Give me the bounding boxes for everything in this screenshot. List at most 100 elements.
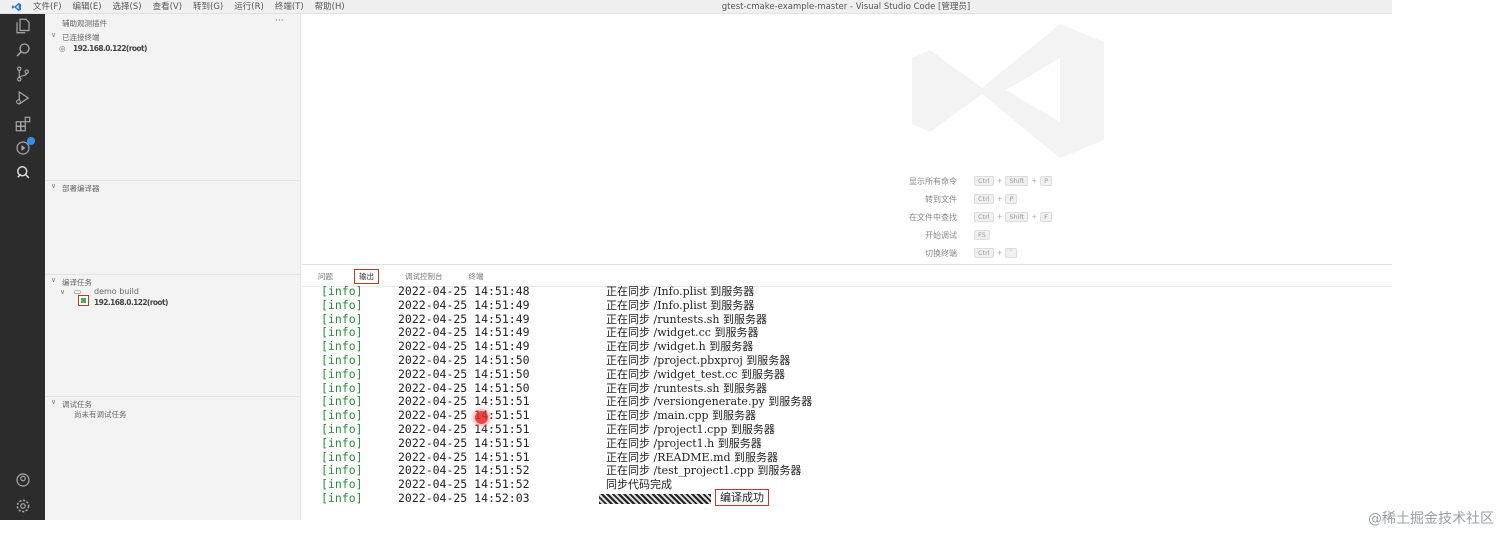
log-timestamp: 2022-04-25 14:52:03 — [398, 490, 530, 505]
log-message: 正在同步 /README.md 到服务器 — [606, 450, 779, 464]
click-indicator — [475, 411, 488, 424]
key-cap: P — [1040, 176, 1053, 186]
log-message: 正在同步 /project.pbxproj 到服务器 — [606, 353, 791, 367]
chevron-down-icon[interactable]: ∨ — [60, 288, 65, 296]
section-deploy-compiler[interactable]: 部署编译器 — [62, 183, 100, 194]
editor-welcome-area: 显示所有命令 Ctrl + Shift + P 转到文件 Ctrl + P 在文件中查… — [302, 14, 1392, 264]
log-level: [info] — [321, 408, 363, 423]
log-level: [info] — [321, 366, 363, 381]
timeline-icon[interactable] — [13, 138, 33, 158]
log-message: 正在同步 /Info.plist 到服务器 — [606, 298, 755, 312]
shortcut-label: 开始调试 — [925, 230, 957, 240]
shortcut-label: 在文件中查找 — [909, 212, 957, 222]
no-debug-task-text: 尚未有调试任务 — [74, 410, 127, 419]
log-timestamp: 2022-04-25 14:51:51 — [398, 435, 530, 450]
chevron-down-icon[interactable]: ∨ — [51, 182, 56, 190]
remote-plugin-icon[interactable] — [13, 162, 33, 182]
shortcut-label: 转到文件 — [925, 194, 957, 204]
log-timestamp: 2022-04-25 14:51:51 — [398, 449, 530, 464]
log-message: 正在同步 /test_project1.cpp 到服务器 — [606, 464, 802, 478]
log-level: [info] — [321, 435, 363, 450]
log-timestamp: 2022-04-25 14:51:51 — [398, 421, 530, 436]
tab-problems[interactable]: 问题 — [318, 271, 333, 282]
log-message: 正在同步 /runtests.sh 到服务器 — [606, 312, 767, 326]
log-timestamp: 2022-04-25 14:51:50 — [398, 366, 530, 381]
chevron-down-icon[interactable]: ∨ — [51, 398, 56, 406]
key-cap: P — [1005, 194, 1018, 204]
shortcut-start-debugging: 开始调试 F5 — [857, 229, 992, 241]
shortcut-show-all-commands: 显示所有命令 Ctrl + Shift + P — [857, 175, 1054, 187]
log-timestamp: 2022-04-25 14:51:50 — [398, 352, 530, 367]
log-timestamp: 2022-04-25 14:51:51 — [398, 394, 530, 409]
tab-output[interactable]: 输出 — [354, 268, 379, 284]
section-connected-terminals[interactable]: 已连接终端 — [62, 32, 100, 43]
panel-tabs: 问题 输出 调试控制台 终端 — [318, 268, 510, 284]
log-level: [info] — [321, 449, 363, 464]
key-cap: F5 — [974, 230, 990, 240]
log-timestamp: 2022-04-25 14:51:50 — [398, 380, 530, 395]
task-demo-build[interactable]: demo build — [94, 287, 139, 296]
tab-debug-console[interactable]: 调试控制台 — [405, 271, 443, 282]
key-cap: Ctrl — [974, 248, 994, 258]
redacted-text — [599, 493, 711, 504]
log-message: 正在同步 /project1.h 到服务器 — [606, 436, 762, 450]
shortcut-label: 显示所有命令 — [909, 176, 957, 186]
shortcut-label: 切换终端 — [925, 248, 957, 258]
log-message: 正在同步 /widget_test.cc 到服务器 — [606, 367, 785, 381]
log-timestamp: 2022-04-25 14:51:52 — [398, 477, 530, 492]
log-level: [info] — [321, 490, 363, 505]
sidebar-divider — [45, 180, 301, 181]
log-message: 正在同步 /widget.h 到服务器 — [606, 340, 754, 354]
activity-bar — [0, 14, 45, 520]
sidebar-divider — [45, 274, 301, 275]
log-level: [info] — [321, 394, 363, 409]
key-cap: Shift — [1005, 212, 1029, 222]
shortcut-go-to-file: 转到文件 Ctrl + P — [857, 193, 1019, 205]
connected-terminal-item[interactable]: 192.168.0.122(root) — [73, 44, 147, 53]
site-watermark: @稀土掘金技术社区 — [1368, 511, 1494, 527]
log-message: 正在同步 /versiongenerate.py 到服务器 — [606, 395, 813, 409]
log-message: 正在同步 /runtests.sh 到服务器 — [606, 381, 767, 395]
run-debug-icon[interactable] — [13, 88, 33, 108]
shortcut-toggle-terminal: 切换终端 Ctrl + ` — [857, 247, 1019, 259]
compile-success-highlight: 编译成功 — [715, 488, 769, 506]
key-cap: Ctrl — [974, 176, 994, 186]
terminal-icon: ◎ — [59, 44, 66, 53]
key-cap: F — [1040, 212, 1052, 222]
title-bar: 文件(F) 编辑(E) 选择(S) 查看(V) 转到(G) 运行(R) 终端(T… — [0, 0, 1392, 14]
search-icon[interactable] — [13, 40, 33, 60]
explorer-icon[interactable] — [13, 16, 33, 36]
task-terminal-item[interactable]: 192.168.0.122(root) — [94, 298, 168, 307]
window-title: gtest-cmake-example-master - Visual Stud… — [721, 2, 971, 12]
log-level: [info] — [321, 477, 363, 492]
more-actions-button[interactable]: ··· — [275, 16, 284, 26]
log-timestamp: 2022-04-25 14:51:49 — [398, 339, 530, 354]
accounts-icon[interactable] — [13, 470, 33, 490]
log-level: [info] — [321, 284, 363, 298]
log-level: [info] — [321, 311, 363, 326]
tab-terminal[interactable]: 终端 — [469, 271, 484, 282]
log-level: [info] — [321, 325, 363, 340]
settings-gear-icon[interactable] — [13, 496, 33, 516]
output-panel: 问题 输出 调试控制台 终端 [info] 2022-04-25 14:51:48… — [302, 264, 1392, 520]
sidebar-divider — [45, 396, 301, 397]
source-control-icon[interactable] — [13, 64, 33, 84]
log-level: [info] — [321, 463, 363, 478]
log-timestamp: 2022-04-25 14:51:49 — [398, 311, 530, 326]
key-cap: ` — [1005, 248, 1017, 258]
key-cap: Shift — [1005, 176, 1029, 186]
key-cap: Ctrl — [974, 212, 994, 222]
log-message: 正在同步 /main.cpp 到服务器 — [606, 409, 757, 423]
log-level: [info] — [321, 339, 363, 354]
log-timestamp: 2022-04-25 14:51:51 — [398, 408, 530, 423]
chevron-down-icon[interactable]: ∨ — [51, 276, 56, 284]
extensions-icon[interactable] — [13, 114, 33, 134]
log-timestamp: 2022-04-25 14:51:49 — [398, 297, 530, 312]
log-timestamp: 2022-04-25 14:51:49 — [398, 325, 530, 340]
log-message: 正在同步 /widget.cc 到服务器 — [606, 326, 759, 340]
log-timestamp: 2022-04-25 14:51:48 — [398, 284, 530, 298]
log-level: [info] — [321, 297, 363, 312]
log-level: [info] — [321, 421, 363, 436]
log-timestamp: 2022-04-25 14:51:52 — [398, 463, 530, 478]
chevron-down-icon[interactable]: ∨ — [51, 31, 56, 39]
